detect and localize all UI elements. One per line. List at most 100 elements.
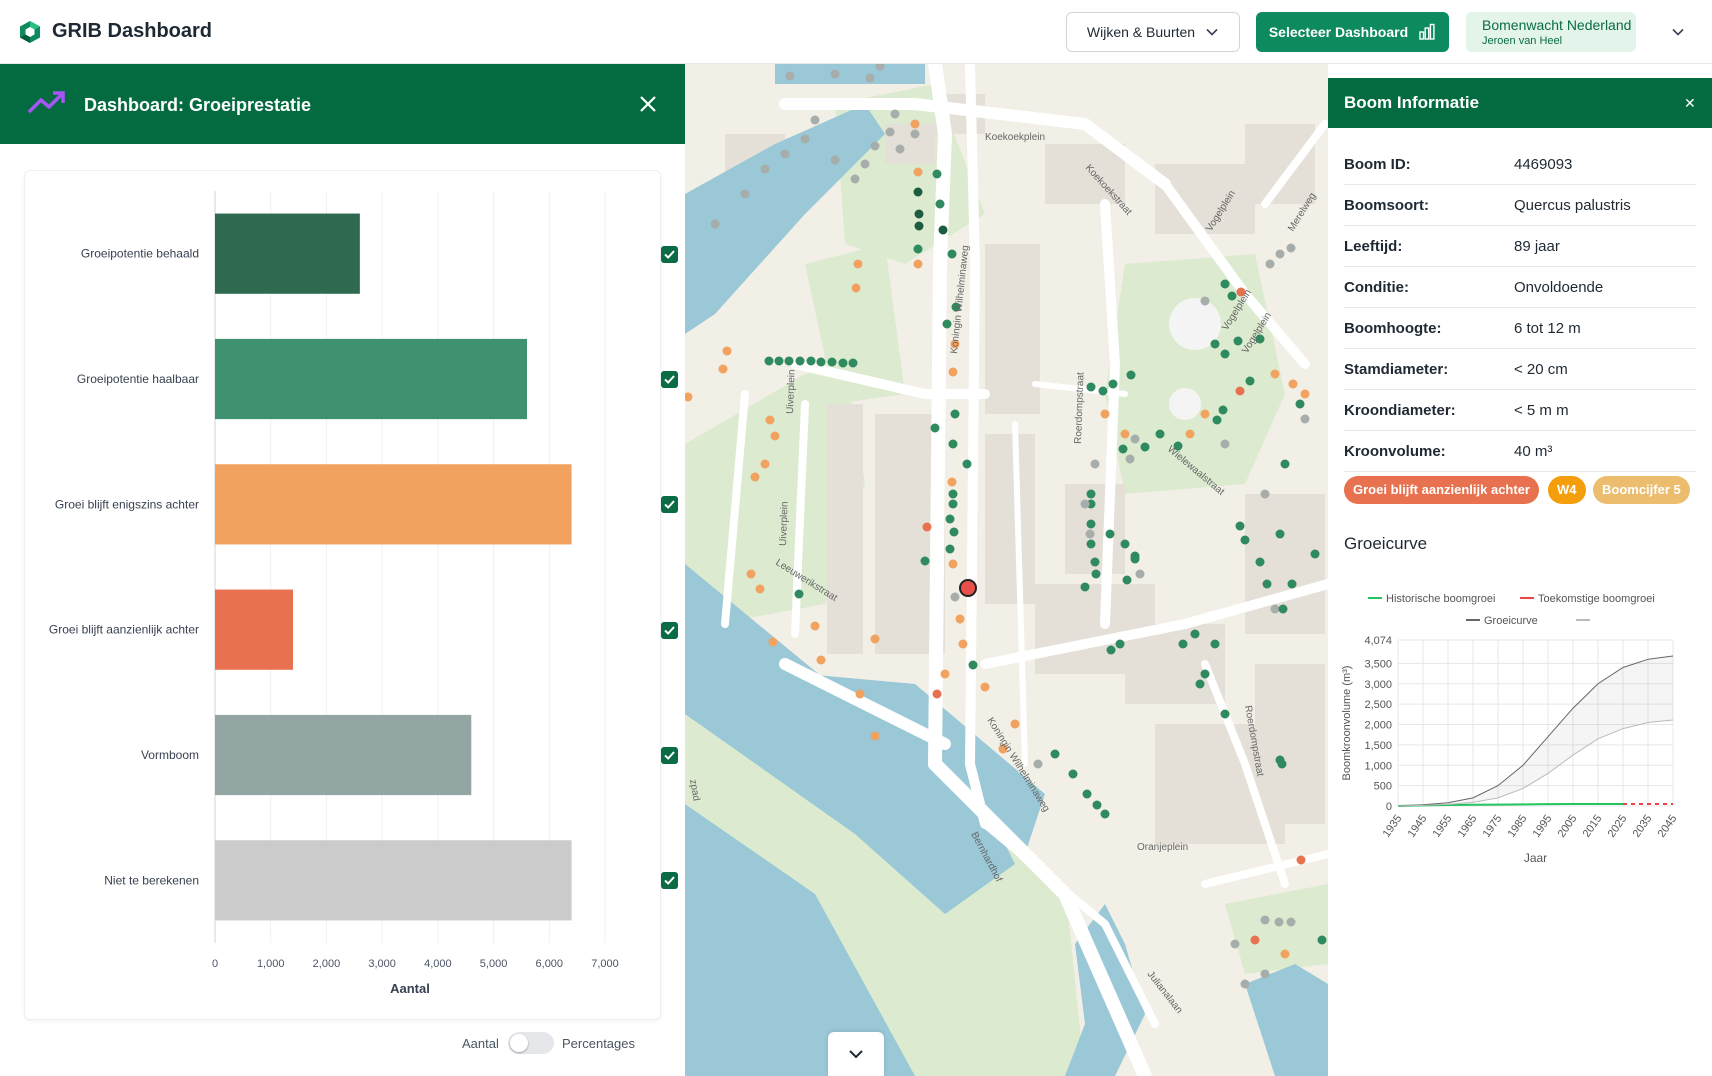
tree-marker[interactable] bbox=[1082, 789, 1092, 799]
aantal-percentages-switch[interactable] bbox=[508, 1032, 554, 1054]
tree-marker[interactable] bbox=[1100, 409, 1110, 419]
tree-marker[interactable] bbox=[1300, 389, 1310, 399]
tree-marker[interactable] bbox=[1262, 579, 1272, 589]
tree-marker[interactable] bbox=[816, 357, 826, 367]
category-checkbox[interactable] bbox=[661, 371, 678, 388]
tree-marker[interactable] bbox=[1317, 935, 1327, 945]
tree-marker[interactable] bbox=[950, 409, 960, 419]
tree-marker[interactable] bbox=[710, 219, 720, 229]
tree-marker[interactable] bbox=[1300, 414, 1310, 424]
tree-marker[interactable] bbox=[1200, 669, 1210, 679]
tree-marker[interactable] bbox=[1286, 917, 1296, 927]
tree-marker[interactable] bbox=[948, 439, 958, 449]
tree-marker[interactable] bbox=[1274, 917, 1284, 927]
tree-marker[interactable] bbox=[1185, 429, 1195, 439]
tree-marker[interactable] bbox=[1126, 370, 1136, 380]
tree-marker[interactable] bbox=[1220, 709, 1230, 719]
wijken-buurten-dropdown[interactable]: Wijken & Buurten bbox=[1066, 12, 1240, 52]
organisation-selector[interactable]: Bomenwacht Nederland Jeroen van Heel bbox=[1466, 12, 1636, 52]
tree-marker[interactable] bbox=[1120, 429, 1130, 439]
tree-marker[interactable] bbox=[760, 164, 770, 174]
map-view[interactable]: Koekoekplein Koekoekstraat Vogelplein Vogel… bbox=[685, 64, 1328, 1076]
category-checkbox[interactable] bbox=[661, 747, 678, 764]
tree-marker[interactable] bbox=[816, 655, 826, 665]
close-icon[interactable]: ✕ bbox=[1684, 95, 1696, 112]
tree-marker[interactable] bbox=[785, 71, 795, 81]
tree-marker[interactable] bbox=[1091, 569, 1101, 579]
close-icon[interactable] bbox=[636, 92, 660, 116]
tree-marker[interactable] bbox=[1050, 749, 1060, 759]
tree-marker[interactable] bbox=[770, 431, 780, 441]
tree-marker[interactable] bbox=[962, 459, 972, 469]
tree-marker[interactable] bbox=[870, 634, 880, 644]
tree-marker[interactable] bbox=[1155, 429, 1165, 439]
map-collapse-button[interactable] bbox=[828, 1032, 884, 1076]
tree-marker[interactable] bbox=[913, 167, 923, 177]
tree-marker[interactable] bbox=[890, 109, 900, 119]
category-checkbox[interactable] bbox=[661, 872, 678, 890]
tree-marker[interactable] bbox=[1287, 579, 1297, 589]
tree-marker[interactable] bbox=[885, 127, 895, 137]
tree-marker[interactable] bbox=[1280, 459, 1290, 469]
tree-marker[interactable] bbox=[932, 169, 942, 179]
tree-marker[interactable] bbox=[935, 199, 945, 209]
selected-tree-marker[interactable] bbox=[959, 579, 977, 597]
tree-marker[interactable] bbox=[865, 73, 875, 83]
tree-marker[interactable] bbox=[1200, 296, 1210, 306]
tree-marker[interactable] bbox=[938, 225, 948, 235]
tree-marker[interactable] bbox=[1098, 386, 1108, 396]
tree-marker[interactable] bbox=[948, 367, 958, 377]
tree-marker[interactable] bbox=[945, 544, 955, 554]
tree-marker[interactable] bbox=[920, 556, 930, 566]
bar[interactable] bbox=[215, 338, 527, 420]
tree-marker[interactable] bbox=[838, 358, 848, 368]
tree-marker[interactable] bbox=[958, 639, 968, 649]
tree-marker[interactable] bbox=[914, 209, 924, 219]
tree-marker[interactable] bbox=[930, 423, 940, 433]
tree-marker[interactable] bbox=[1085, 529, 1095, 539]
tree-marker[interactable] bbox=[1106, 645, 1116, 655]
tree-marker[interactable] bbox=[913, 259, 923, 269]
tree-marker[interactable] bbox=[1125, 454, 1135, 464]
tree-marker[interactable] bbox=[1230, 939, 1240, 949]
tree-marker[interactable] bbox=[1120, 539, 1130, 549]
tree-marker[interactable] bbox=[1118, 444, 1128, 454]
tree-marker[interactable] bbox=[1135, 569, 1145, 579]
tree-marker[interactable] bbox=[1195, 679, 1205, 689]
tree-marker[interactable] bbox=[853, 259, 863, 269]
tree-marker[interactable] bbox=[1086, 382, 1096, 392]
tree-marker[interactable] bbox=[1190, 629, 1200, 639]
tree-marker[interactable] bbox=[968, 660, 978, 670]
bar[interactable] bbox=[215, 464, 572, 545]
tree-marker[interactable] bbox=[1255, 557, 1265, 567]
tree-marker[interactable] bbox=[850, 174, 860, 184]
tree-marker[interactable] bbox=[1280, 949, 1290, 959]
tree-marker[interactable] bbox=[774, 356, 784, 366]
bar[interactable] bbox=[215, 213, 360, 294]
tree-marker[interactable] bbox=[810, 621, 820, 631]
tree-marker[interactable] bbox=[1286, 243, 1296, 253]
tree-marker[interactable] bbox=[1200, 409, 1210, 419]
tree-marker[interactable] bbox=[1275, 249, 1285, 259]
tree-marker[interactable] bbox=[1220, 279, 1230, 289]
tree-marker[interactable] bbox=[1090, 557, 1100, 567]
tree-marker[interactable] bbox=[760, 459, 770, 469]
tree-marker[interactable] bbox=[1233, 336, 1243, 346]
tree-marker[interactable] bbox=[1178, 639, 1188, 649]
tree-marker[interactable] bbox=[1130, 554, 1140, 564]
tree-marker[interactable] bbox=[940, 669, 950, 679]
tree-marker[interactable] bbox=[1295, 399, 1305, 409]
tree-marker[interactable] bbox=[1288, 379, 1298, 389]
tree-marker[interactable] bbox=[1277, 759, 1287, 769]
tree-marker[interactable] bbox=[1270, 604, 1280, 614]
tree-marker[interactable] bbox=[1278, 604, 1288, 614]
tree-marker[interactable] bbox=[1033, 759, 1043, 769]
tree-marker[interactable] bbox=[1310, 549, 1320, 559]
tree-marker[interactable] bbox=[1250, 935, 1260, 945]
tree-marker[interactable] bbox=[830, 69, 840, 79]
tree-marker[interactable] bbox=[1235, 386, 1245, 396]
tree-marker[interactable] bbox=[948, 499, 958, 509]
tree-marker[interactable] bbox=[750, 472, 760, 482]
tree-marker[interactable] bbox=[755, 584, 765, 594]
chevron-down-icon[interactable] bbox=[1668, 22, 1688, 42]
